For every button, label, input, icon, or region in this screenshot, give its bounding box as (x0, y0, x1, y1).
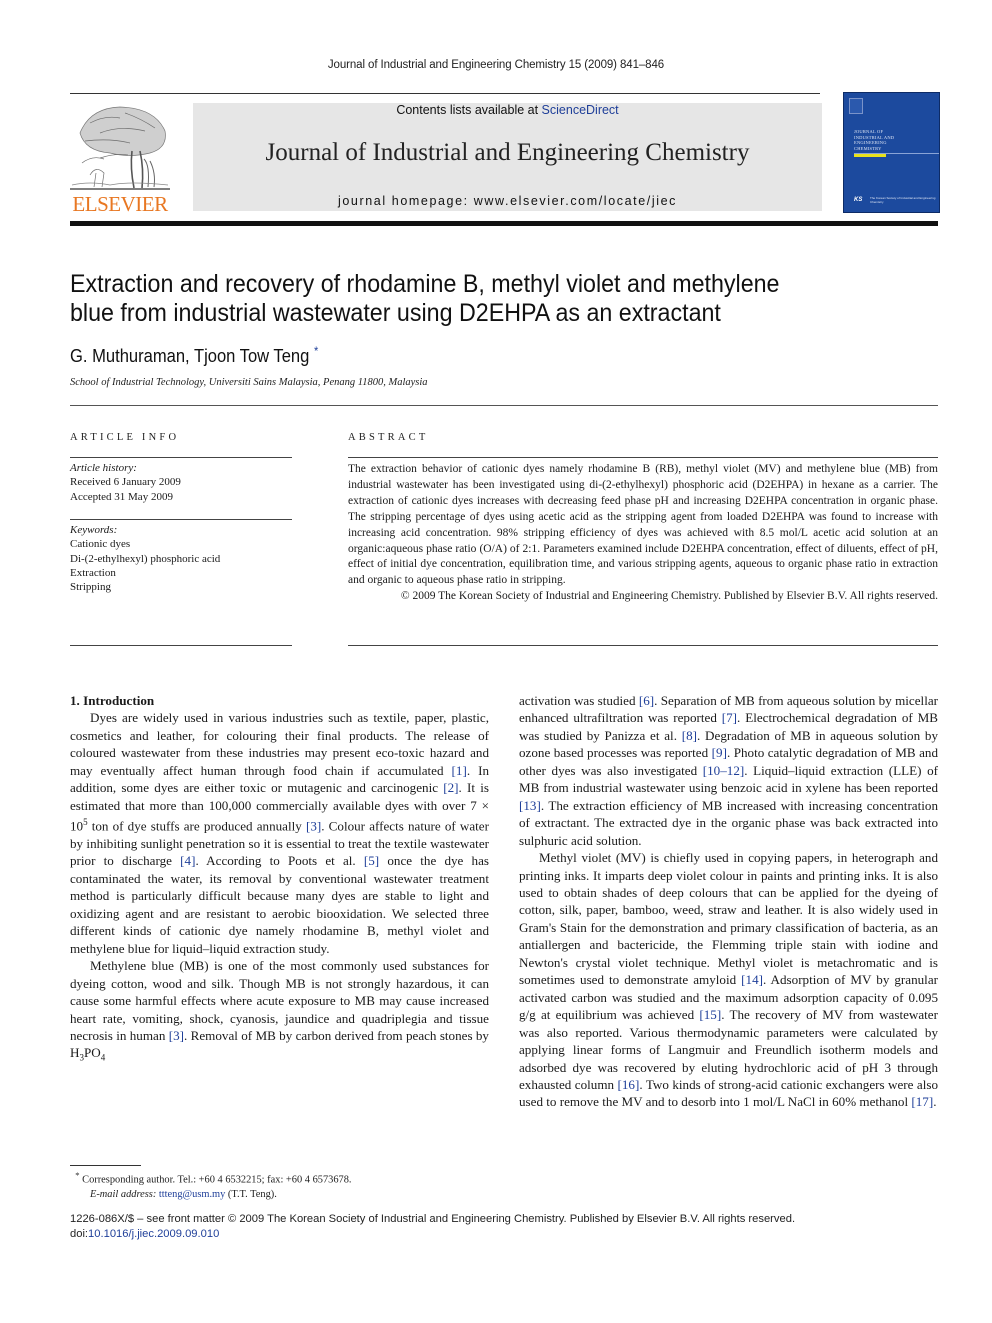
cover-title: JOURNAL OF INDUSTRIAL AND ENGINEERING CH… (854, 129, 894, 151)
footnote: * Corresponding author. Tel.: +60 4 6532… (70, 1168, 490, 1202)
cover-title-line: CHEMISTRY (854, 145, 882, 151)
journal-homepage-link[interactable]: journal homepage: www.elsevier.com/locat… (193, 194, 822, 208)
citation-link[interactable]: [16] (618, 1077, 640, 1092)
citation-link[interactable]: [6] (639, 693, 654, 708)
footnote-rule (70, 1165, 141, 1166)
citation-link[interactable]: [13] (519, 798, 541, 813)
section-heading-introduction: 1. Introduction (70, 693, 155, 708)
cover-publisher-icon (849, 98, 863, 114)
article-title: Extraction and recovery of rhodamine B, … (70, 270, 833, 328)
footnote-corresponding: * Corresponding author. Tel.: +60 4 6532… (70, 1168, 490, 1188)
text-run: Methyl violet (MV) is chiefly used in co… (519, 850, 938, 988)
citation-link[interactable]: [3] (306, 819, 321, 834)
body-column-left: 1. Introduction Dyes are widely used in … (70, 692, 489, 1067)
elsevier-tree-icon (70, 106, 170, 190)
text-run: . The extraction efficiency of MB increa… (519, 797, 938, 848)
abstract-rule (348, 645, 938, 646)
cover-society-mark: KS (854, 197, 863, 203)
text-run: Dyes are widely used in various industri… (70, 710, 489, 778)
journal-cover-thumbnail[interactable]: JOURNAL OF INDUSTRIAL AND ENGINEERING CH… (843, 92, 940, 213)
text-run: PO (83, 1045, 101, 1061)
abstract-copyright: © 2009 The Korean Society of Industrial … (400, 590, 938, 603)
email-suffix: (T.T. Teng). (225, 1188, 277, 1200)
corresponding-author-marker[interactable]: * (314, 344, 318, 358)
affiliation: School of Industrial Technology, Univers… (70, 377, 428, 388)
text-run: activation was studied (519, 693, 639, 708)
subscript: 4 (100, 1053, 106, 1064)
article-info-rule (70, 645, 292, 646)
article-title-line: Extraction and recovery of rhodamine B, … (70, 270, 780, 298)
citation-link[interactable]: [2] (443, 780, 458, 795)
authors: G. Muthuraman, Tjoon Tow Teng (70, 346, 310, 366)
text-run: . (933, 1094, 937, 1110)
email-link[interactable]: ttteng@usm.my (159, 1189, 225, 1200)
paragraph: Methyl violet (MV) is chiefly used in co… (519, 849, 938, 1111)
section-rule (70, 405, 938, 406)
paragraph: Methylene blue (MB) is one of the most c… (70, 957, 489, 1067)
keywords: Keywords: Cationic dyes Di-(2-ethylhexyl… (70, 523, 292, 594)
text-run: . According to Poots et al. (195, 853, 364, 869)
footnote-marker: * (75, 1170, 80, 1180)
email-label: E-mail address: (90, 1188, 159, 1200)
abstract-rule (348, 457, 938, 458)
keywords-label: Keywords: (70, 524, 118, 536)
keyword: Stripping (70, 581, 111, 594)
citation-link[interactable]: [3] (169, 1028, 184, 1043)
paragraph: activation was studied [6]. Separation o… (519, 692, 938, 849)
citation-link[interactable]: [7] (722, 710, 737, 725)
header-rule (70, 93, 820, 94)
abstract-text: The extraction behavior of cationic dyes… (348, 463, 938, 587)
doi-prefix: doi: (70, 1228, 89, 1240)
article-info-rule (70, 457, 292, 458)
accepted-date: Accepted 31 May 2009 (70, 490, 173, 503)
elsevier-logo[interactable]: ELSEVIER (70, 103, 170, 216)
cover-society-text: The Korean Society of Industrial and Eng… (870, 196, 936, 204)
received-date: Received 6 January 2009 (70, 476, 181, 489)
article-history: Article history: Received 6 January 2009… (70, 461, 292, 504)
elsevier-wordmark: ELSEVIER (72, 192, 168, 216)
body-column-right: activation was studied [6]. Separation o… (519, 692, 938, 1111)
sciencedirect-link[interactable]: ScienceDirect (542, 103, 619, 117)
keyword: Cationic dyes (70, 538, 131, 551)
cover-accent-bar (854, 154, 886, 157)
article-info-heading: ARTICLE INFO (70, 432, 180, 443)
journal-banner: Contents lists available at ScienceDirec… (193, 103, 822, 211)
abstract-body: The extraction behavior of cationic dyes… (348, 462, 938, 605)
author-list: G. Muthuraman, Tjoon Tow Teng * (70, 344, 318, 367)
footnote-email: E-mail address: ttteng@usm.my (T.T. Teng… (70, 1188, 490, 1202)
keyword: Extraction (70, 566, 116, 579)
citation-link[interactable]: [1] (452, 763, 467, 778)
citation-link[interactable]: [10–12] (703, 763, 744, 778)
citation-link[interactable]: [4] (180, 853, 195, 868)
citation-link[interactable]: [17] (911, 1094, 933, 1109)
citation-link[interactable]: [14] (741, 972, 763, 987)
contents-availability: Contents lists available at ScienceDirec… (193, 103, 822, 117)
issn-line: 1226-086X/$ – see front matter © 2009 Th… (70, 1213, 796, 1225)
keyword: Di-(2-ethylhexyl) phosphoric acid (70, 552, 221, 565)
article-title-line: blue from industrial wastewater using D2… (70, 299, 721, 327)
header-thick-rule (70, 221, 938, 226)
doi-link[interactable]: 10.1016/j.jiec.2009.09.010 (88, 1228, 219, 1240)
citation-link[interactable]: [5] (364, 853, 379, 868)
front-matter-meta: 1226-086X/$ – see front matter © 2009 Th… (70, 1212, 940, 1242)
contents-prefix: Contents lists available at (396, 103, 542, 117)
citation-link[interactable]: [15] (699, 1007, 721, 1022)
citation-link[interactable]: [8] (682, 728, 697, 743)
citation-link[interactable]: [9] (712, 745, 727, 760)
footnote-text: Corresponding author. Tel.: +60 4 653221… (82, 1174, 352, 1186)
abstract-heading: ABSTRACT (348, 432, 429, 443)
history-label: Article history: (70, 462, 137, 474)
text-run: once the dye has contaminated the water,… (70, 853, 489, 956)
article-info-rule (70, 519, 292, 520)
journal-title: Journal of Industrial and Engineering Ch… (265, 139, 750, 166)
running-head: Journal of Industrial and Engineering Ch… (327, 59, 665, 71)
text-run: ton of dye stuffs are produced annually (87, 818, 306, 834)
doi-line: doi:10.1016/j.jiec.2009.09.010 (70, 1227, 940, 1242)
paragraph: Dyes are widely used in various industri… (70, 709, 489, 957)
